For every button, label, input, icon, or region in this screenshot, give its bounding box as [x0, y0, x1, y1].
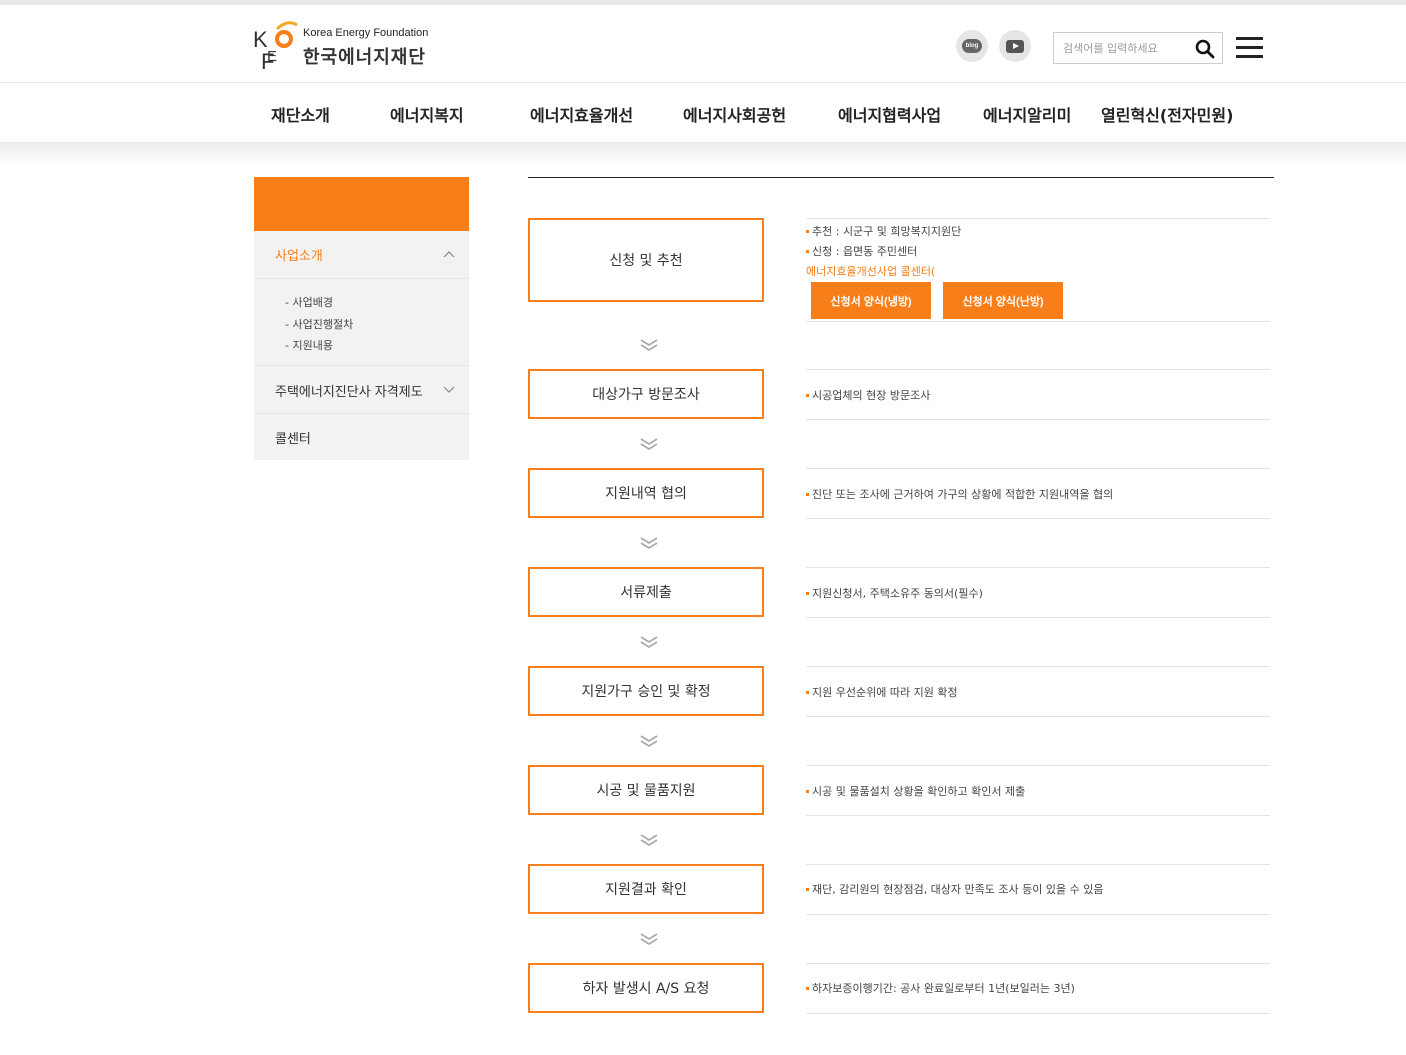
nav-item-open-innovation[interactable]: 열린혁신(전자민원)	[1101, 102, 1233, 126]
double-chevron-down-icon	[640, 735, 658, 748]
desc-rule	[806, 321, 1270, 322]
desc-rule	[806, 218, 1270, 219]
step-1-desc-2: 신청 : 읍면동 주민센터	[806, 243, 917, 259]
sidebar-submenu: - 사업배경 - 사업진행절차 - 지원내용	[254, 278, 469, 366]
sidebar-item-certification[interactable]: 주택에너지진단사 자격제도	[275, 381, 423, 400]
desc-rule	[806, 716, 1270, 717]
step-box-2: 대상가구 방문조사	[528, 369, 764, 419]
logo[interactable]: K F E Korea Energy Foundation 한국에너지재단	[253, 19, 433, 75]
sidebar-item-call-center[interactable]: 콜센터	[275, 428, 311, 447]
sidebar-subitem-process[interactable]: - 사업진행절차	[285, 314, 353, 336]
step-box-6: 시공 및 물품지원	[528, 765, 764, 815]
step-1-call-center: 에너지효율개선사업 콜센터(	[806, 265, 936, 278]
svg-text:E: E	[267, 48, 277, 65]
desc-rule	[806, 419, 1270, 420]
step-3-desc: 진단 또는 조사에 근거하여 가구의 상황에 적합한 지원내역을 협의	[806, 486, 1113, 502]
search-icon[interactable]	[1195, 39, 1215, 59]
desc-rule	[806, 567, 1270, 568]
nav-item-notice[interactable]: 에너지알리미	[983, 102, 1071, 126]
step-5-desc: 지원 우선순위에 따라 지원 확정	[806, 684, 958, 700]
chevron-down-icon[interactable]	[443, 386, 455, 394]
step-box-5: 지원가구 승인 및 확정	[528, 666, 764, 716]
nav-item-foundation[interactable]: 재단소개	[271, 102, 330, 126]
double-chevron-down-icon	[640, 339, 658, 352]
double-chevron-down-icon	[640, 834, 658, 847]
nav-item-social-contribution[interactable]: 에너지사회공헌	[683, 102, 786, 126]
desc-rule	[806, 468, 1270, 469]
step-box-3: 지원내역 협의	[528, 468, 764, 518]
logo-english-name: Korea Energy Foundation	[303, 27, 429, 39]
blog-button[interactable]: blog	[956, 30, 988, 62]
step-1-desc-1: 추천 : 시군구 및 희망복지지원단	[806, 223, 961, 239]
desc-rule	[806, 369, 1270, 370]
chevron-up-icon[interactable]	[443, 250, 455, 258]
step-4-desc: 지원신청서, 주택소유주 동의서(필수)	[806, 585, 983, 601]
content-top-rule	[528, 177, 1274, 178]
step-box-8: 하자 발생시 A/S 요청	[528, 963, 764, 1013]
blog-icon: blog	[962, 39, 982, 53]
heating-form-button[interactable]: 신청서 양식(난방)	[943, 282, 1063, 319]
kef-logo-mark: K F E	[253, 21, 298, 74]
step-8-desc: 하자보증이행기간: 공사 완료일로부터 1년(보일러는 3년)	[806, 980, 1075, 996]
logo-korean-name: 한국에너지재단	[303, 47, 426, 68]
step-2-desc: 시공업체의 현장 방문조사	[806, 387, 930, 403]
double-chevron-down-icon	[640, 636, 658, 649]
sidebar-divider	[254, 413, 469, 414]
desc-rule	[806, 765, 1270, 766]
step-7-desc: 재단, 감리원의 현장점검, 대상자 만족도 조사 등이 있을 수 있음	[806, 881, 1103, 897]
step-box-4: 서류제출	[528, 567, 764, 617]
hamburger-menu-icon[interactable]	[1236, 37, 1263, 59]
sidebar-subitem-support[interactable]: - 지원내용	[285, 335, 353, 357]
site-header: K F E Korea Energy Foundation 한국에너지재단 bl…	[0, 0, 1406, 83]
desc-rule	[806, 963, 1270, 964]
youtube-icon	[1006, 39, 1024, 53]
sidebar: 사업소개 - 사업배경 - 사업진행절차 - 지원내용 주택에너지진단사 자격제…	[254, 231, 469, 460]
nav-item-energy-welfare[interactable]: 에너지복지	[390, 102, 464, 126]
youtube-button[interactable]	[999, 30, 1031, 62]
desc-rule	[806, 914, 1270, 915]
desc-rule	[806, 1013, 1270, 1014]
desc-rule	[806, 617, 1270, 618]
cooling-form-button[interactable]: 신청서 양식(냉방)	[811, 282, 931, 319]
sidebar-subitem-background[interactable]: - 사업배경	[285, 292, 353, 314]
desc-rule	[806, 815, 1270, 816]
double-chevron-down-icon	[640, 933, 658, 946]
step-box-7: 지원결과 확인	[528, 864, 764, 914]
desc-rule	[806, 518, 1270, 519]
step-6-desc: 시공 및 물품설치 상황을 확인하고 확인서 제출	[806, 783, 1025, 799]
desc-rule	[806, 864, 1270, 865]
nav-shadow	[0, 142, 1406, 164]
sidebar-item-business-intro[interactable]: 사업소개	[275, 245, 323, 264]
main-nav: 재단소개 에너지복지 에너지효율개선 에너지사회공헌 에너지협력사업 에너지알리…	[0, 83, 1406, 142]
double-chevron-down-icon	[640, 438, 658, 451]
desc-rule	[806, 666, 1270, 667]
nav-item-efficiency[interactable]: 에너지효율개선	[530, 102, 633, 126]
search-box	[1053, 32, 1223, 64]
search-input[interactable]	[1063, 39, 1193, 57]
nav-item-cooperation[interactable]: 에너지협력사업	[838, 102, 941, 126]
double-chevron-down-icon	[640, 537, 658, 550]
sidebar-header	[254, 177, 469, 231]
step-box-1: 신청 및 추천	[528, 218, 764, 302]
